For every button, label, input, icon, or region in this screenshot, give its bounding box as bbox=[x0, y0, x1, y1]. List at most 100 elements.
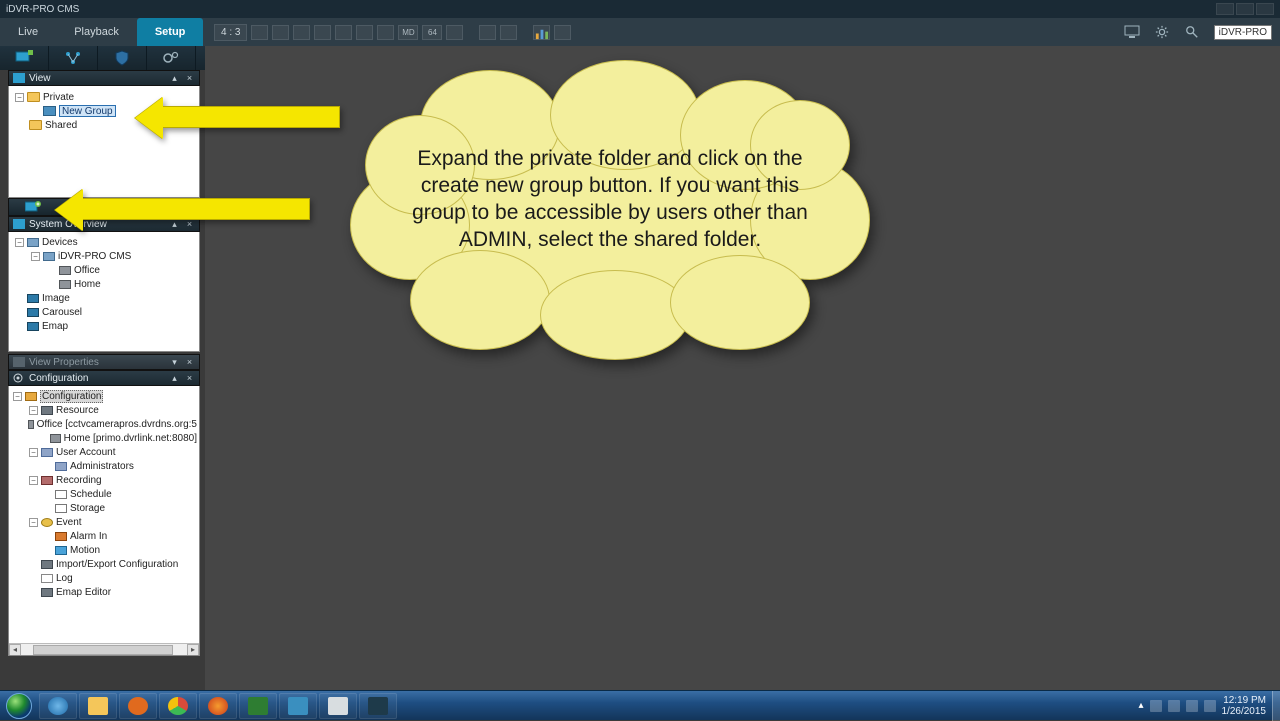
tree-emap[interactable]: Emap bbox=[11, 319, 197, 333]
tree-image[interactable]: Image bbox=[11, 291, 197, 305]
collapse-icon[interactable]: ▴ bbox=[169, 73, 180, 83]
tree-idvr[interactable]: −iDVR-PRO CMS bbox=[11, 249, 197, 263]
tray-expand-icon[interactable]: ▴ bbox=[1138, 700, 1143, 711]
close-icon[interactable]: × bbox=[184, 357, 195, 367]
collapse-toggle[interactable]: − bbox=[15, 238, 24, 247]
cfg-admins[interactable]: Administrators bbox=[11, 459, 197, 473]
tab-live[interactable]: Live bbox=[0, 18, 56, 46]
monitor-plus-icon bbox=[15, 50, 33, 66]
tab-playback[interactable]: Playback bbox=[56, 18, 137, 46]
collapse-toggle[interactable]: − bbox=[31, 252, 40, 261]
layout-1p7-button[interactable] bbox=[335, 25, 352, 40]
layout-5x5-button[interactable] bbox=[377, 25, 394, 40]
collapse-toggle[interactable]: − bbox=[29, 448, 38, 457]
new-group-edit[interactable]: New Group bbox=[59, 105, 116, 117]
tray-network-icon[interactable] bbox=[1168, 700, 1180, 712]
tree-label: Storage bbox=[70, 503, 105, 514]
layout-dropdown[interactable] bbox=[446, 25, 463, 40]
layout-3x3-button[interactable] bbox=[314, 25, 331, 40]
close-icon[interactable]: × bbox=[184, 219, 195, 229]
collapse-toggle[interactable]: − bbox=[29, 406, 38, 415]
layout-md-button[interactable]: MD bbox=[398, 25, 418, 40]
collapse-toggle[interactable]: − bbox=[29, 518, 38, 527]
tree-label: Configuration bbox=[40, 390, 103, 403]
collapse-toggle[interactable]: − bbox=[29, 476, 38, 485]
toolbar-btn-2[interactable] bbox=[49, 46, 98, 70]
tree-devices[interactable]: −Devices bbox=[11, 235, 197, 249]
close-button[interactable] bbox=[1256, 3, 1274, 15]
chart-button[interactable] bbox=[533, 25, 550, 40]
monitor-icon[interactable] bbox=[1124, 25, 1140, 39]
expand-icon[interactable]: ▾ bbox=[169, 357, 180, 367]
cfg-office[interactable]: Office [cctvcamerapros.dvrdns.org:5 bbox=[11, 417, 197, 431]
collapse-toggle[interactable]: − bbox=[13, 392, 22, 401]
cfg-log[interactable]: Log bbox=[11, 571, 197, 585]
cfg-storage[interactable]: Storage bbox=[11, 501, 197, 515]
cfg-recording[interactable]: −Recording bbox=[11, 473, 197, 487]
taskbar-app1[interactable] bbox=[279, 693, 317, 719]
minimize-button[interactable] bbox=[1216, 3, 1234, 15]
gear-icon[interactable] bbox=[1154, 25, 1170, 39]
taskbar: ▴ 12:19 PM 1/26/2015 bbox=[0, 690, 1280, 720]
tray-volume-icon[interactable] bbox=[1204, 700, 1216, 712]
toolbar-btn-1[interactable] bbox=[0, 46, 49, 70]
tab-setup[interactable]: Setup bbox=[137, 18, 204, 46]
tree-home[interactable]: Home bbox=[11, 277, 197, 291]
taskbar-ie[interactable] bbox=[39, 693, 77, 719]
cfg-motion[interactable]: Motion bbox=[11, 543, 197, 557]
misc-button[interactable] bbox=[554, 25, 571, 40]
toolbar-btn-4[interactable] bbox=[147, 46, 196, 70]
start-button[interactable] bbox=[0, 691, 38, 721]
layout-4x4-button[interactable] bbox=[356, 25, 373, 40]
scroll-thumb[interactable] bbox=[33, 645, 173, 655]
cfg-home[interactable]: Home [primo.dvrlink.net:8080] bbox=[11, 431, 197, 445]
layout-2x2-button[interactable] bbox=[272, 25, 289, 40]
close-icon[interactable]: × bbox=[184, 73, 195, 83]
cfg-root[interactable]: − Configuration bbox=[11, 389, 197, 403]
fullscreen-button[interactable] bbox=[479, 25, 496, 40]
devices-icon bbox=[27, 238, 39, 247]
tray-flag-icon[interactable] bbox=[1150, 700, 1162, 712]
cfg-resource[interactable]: −Resource bbox=[11, 403, 197, 417]
taskbar-chrome[interactable] bbox=[159, 693, 197, 719]
scroll-left-icon[interactable]: ◂ bbox=[9, 644, 21, 656]
tray-power-icon[interactable] bbox=[1186, 700, 1198, 712]
taskbar-excel[interactable] bbox=[239, 693, 277, 719]
taskbar-app2[interactable] bbox=[319, 693, 357, 719]
storage-icon bbox=[55, 504, 67, 513]
view-properties-header[interactable]: View Properties ▾ × bbox=[8, 354, 200, 370]
collapse-icon[interactable]: ▴ bbox=[169, 373, 180, 383]
taskbar-media[interactable] bbox=[119, 693, 157, 719]
tree-carousel[interactable]: Carousel bbox=[11, 305, 197, 319]
taskbar-firefox[interactable] bbox=[199, 693, 237, 719]
cfg-schedule[interactable]: Schedule bbox=[11, 487, 197, 501]
collapse-icon[interactable]: ▴ bbox=[169, 219, 180, 229]
annotation-arrow-2 bbox=[80, 198, 310, 220]
cfg-alarm-in[interactable]: Alarm In bbox=[11, 529, 197, 543]
taskbar-explorer[interactable] bbox=[79, 693, 117, 719]
tray-clock[interactable]: 12:19 PM 1/26/2015 bbox=[1222, 695, 1267, 717]
create-group-button[interactable] bbox=[9, 198, 56, 216]
tree-office[interactable]: Office bbox=[11, 263, 197, 277]
taskbar-idvr[interactable] bbox=[359, 693, 397, 719]
config-hscroll[interactable]: ◂ ▸ bbox=[9, 643, 199, 655]
exit-fullscreen-button[interactable] bbox=[500, 25, 517, 40]
layout-64-button[interactable]: 64 bbox=[422, 25, 442, 40]
close-icon[interactable]: × bbox=[184, 373, 195, 383]
search-icon[interactable] bbox=[1184, 25, 1200, 39]
toolbar-btn-3[interactable] bbox=[98, 46, 147, 70]
maximize-button[interactable] bbox=[1236, 3, 1254, 15]
view-panel-header[interactable]: View ▴ × bbox=[8, 70, 200, 86]
aspect-ratio-label[interactable]: 4 : 3 bbox=[214, 24, 247, 41]
scroll-right-icon[interactable]: ▸ bbox=[187, 644, 199, 656]
configuration-header[interactable]: Configuration ▴ × bbox=[8, 370, 200, 386]
cfg-event[interactable]: −Event bbox=[11, 515, 197, 529]
cfg-import-export[interactable]: Import/Export Configuration bbox=[11, 557, 197, 571]
cfg-user-account[interactable]: −User Account bbox=[11, 445, 197, 459]
layout-1p5-button[interactable] bbox=[293, 25, 310, 40]
show-desktop-button[interactable] bbox=[1272, 691, 1280, 721]
tree-private[interactable]: − Private bbox=[11, 90, 197, 104]
cfg-emap-editor[interactable]: Emap Editor bbox=[11, 585, 197, 599]
layout-1x1-button[interactable] bbox=[251, 25, 268, 40]
collapse-toggle[interactable]: − bbox=[15, 93, 24, 102]
